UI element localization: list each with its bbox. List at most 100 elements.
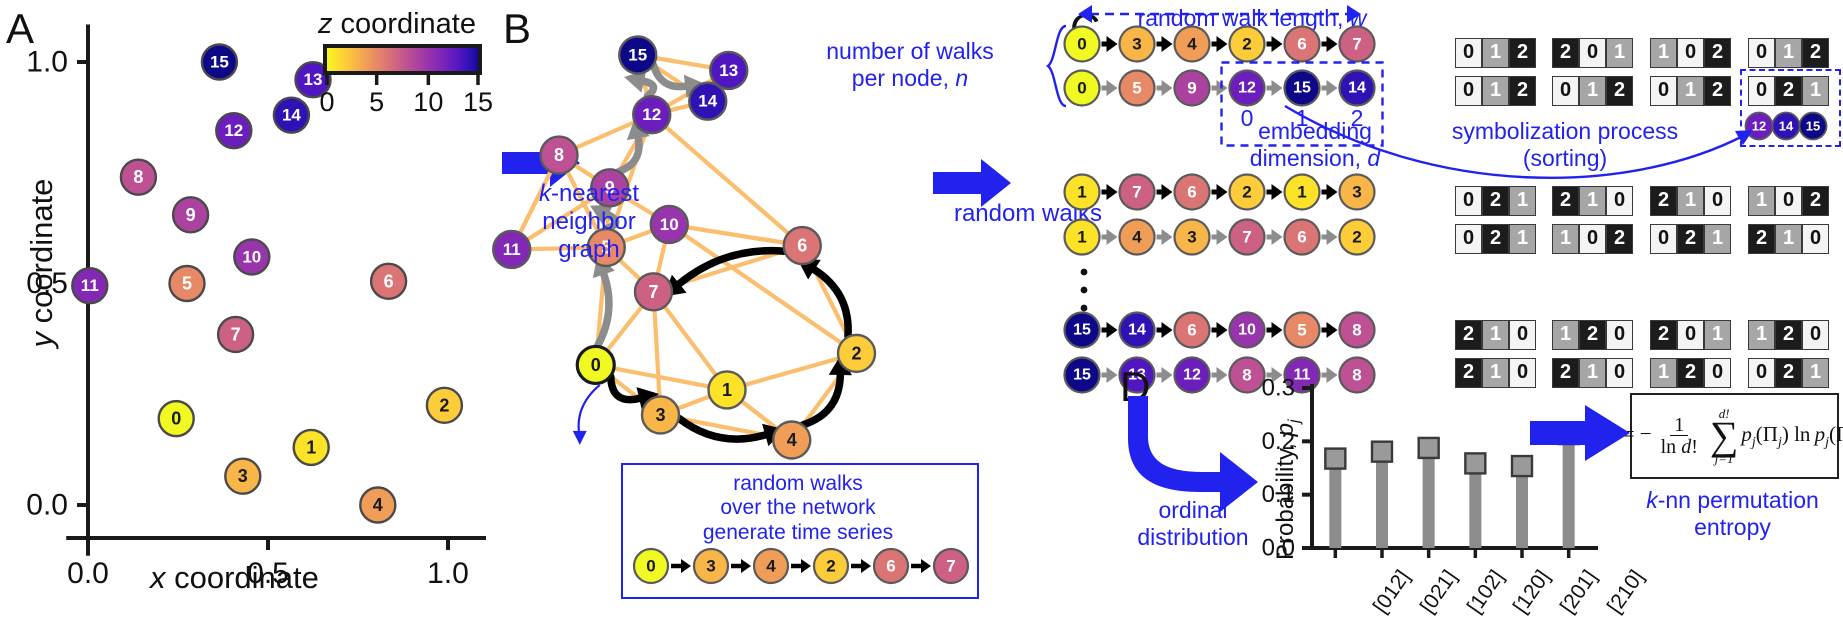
walk-node: 10 (1228, 311, 1266, 349)
symbol-cell: 1 (1552, 320, 1579, 350)
symbol-triplet: 102 (1650, 38, 1731, 68)
symbol-cell: 1 (1704, 224, 1731, 254)
bar-item (1324, 447, 1347, 558)
symbol-triplet: 102 (1552, 224, 1633, 254)
symbol-cell: 0 (1455, 224, 1482, 254)
sequence-node: 3 (692, 547, 730, 585)
random-walk-callout-text: random walks over the network generate t… (621, 472, 975, 545)
svg-text:4: 4 (1132, 228, 1142, 247)
figure-root: A 0.0 0.5 1.0 0.0 0.5 1.0 0 1 2 3 4 5 6 7 8 9 10 11 12 13 14… (0, 0, 1843, 617)
svg-text:12: 12 (1183, 367, 1201, 384)
highlight-node: 12 (1744, 111, 1774, 141)
svg-text:8: 8 (1352, 321, 1361, 340)
panel-a-ylabel-italic: y (24, 331, 59, 348)
svg-text:7: 7 (231, 324, 241, 344)
callout-pointer (572, 384, 601, 445)
callout-line2: over the network (720, 496, 876, 520)
sequence-node: 7 (932, 547, 970, 585)
panel-a-xlabel: x coordinate (150, 560, 319, 596)
entropy-caption-rest: -nn permutation (1657, 487, 1819, 513)
symbol-cell: 1 (1579, 76, 1606, 106)
graph-node: 6 (782, 225, 822, 266)
walk-node: 15 (1283, 69, 1321, 107)
panel-a-ylabel: y coordinate (24, 163, 60, 363)
ordinal-line2: distribution (1137, 523, 1249, 550)
svg-text:5: 5 (1297, 321, 1306, 340)
svg-text:7: 7 (648, 282, 658, 302)
colorbar-tick: 10 (413, 87, 443, 117)
symbol-cell: 2 (1482, 224, 1509, 254)
walk-node: 0 (1063, 69, 1101, 107)
walk-arrow (1101, 322, 1118, 338)
symbol-cell: 0 (1748, 38, 1775, 68)
walk-node: 0 (1063, 25, 1101, 63)
svg-text:0: 0 (591, 355, 601, 375)
svg-text:2: 2 (851, 343, 861, 363)
symbol-triplet: 012 (1650, 76, 1731, 106)
scatter-point: 14 (272, 96, 311, 134)
symbol-cell: 2 (1482, 186, 1509, 216)
symbol-cell: 0 (1775, 186, 1802, 216)
symbol-triplet: 021 (1748, 358, 1829, 388)
symbol-cell: 1 (1748, 186, 1775, 216)
svg-text:10: 10 (1238, 322, 1256, 339)
walk-arrow (1211, 80, 1228, 96)
bar-item (1510, 454, 1534, 558)
symbol-cell: 1 (1650, 38, 1677, 68)
symbol-cell: 0 (1802, 320, 1829, 350)
num-walks-line2: per node, (851, 64, 956, 91)
svg-text:12: 12 (642, 105, 661, 124)
symbol-cell: 1 (1802, 358, 1829, 388)
graph-node: 15 (618, 35, 658, 75)
svg-text:4: 4 (766, 557, 776, 576)
symbol-triplet: 012 (1552, 76, 1633, 106)
symbol-cell: 1 (1482, 76, 1509, 106)
symbol-cell: 2 (1748, 224, 1775, 254)
symbol-triplet: 201 (1552, 38, 1633, 68)
svg-text:3: 3 (1352, 183, 1361, 202)
svg-text:3: 3 (1132, 35, 1141, 54)
walk-arrow (1101, 229, 1118, 245)
walk-node: 2 (1338, 218, 1376, 256)
symbol-cell: 2 (1552, 38, 1579, 68)
highlighted-node-chips: 12 14 15 (1744, 111, 1828, 141)
scatter-point: 2 (425, 386, 464, 425)
highlight-node: 14 (1771, 111, 1801, 141)
symbol-cell: 2 (1704, 76, 1731, 106)
walk-node: 8 (1338, 311, 1376, 349)
walk-node: 1 (1063, 173, 1101, 211)
walk-arrow (1321, 322, 1338, 338)
graph-node: 7 (633, 272, 674, 312)
walk-node: 6 (1173, 173, 1211, 211)
symbol-cell: 0 (1606, 320, 1633, 350)
knn-caption-rest: -nearest neighbor (542, 180, 640, 235)
walk-node: 14 (1118, 311, 1156, 349)
eq-sigma: ∑ (1709, 413, 1739, 459)
walk-row: 1 7 6 2 1 3 (1063, 173, 1376, 211)
sequence-arrow (851, 559, 871, 573)
eq-den-ln: ln (1660, 436, 1682, 458)
walk-node: 14 (1338, 69, 1376, 107)
walk-arrow (1156, 367, 1173, 383)
colorbar-tick: 0 (319, 87, 334, 117)
symbol-cell: 0 (1748, 358, 1775, 388)
walk-arrow (1156, 80, 1173, 96)
walk-row: 15 14 6 10 5 8 (1063, 311, 1376, 349)
sequence-arrow (791, 559, 811, 573)
walk-node: 15 (1063, 311, 1101, 349)
symbol-cell: 0 (1455, 76, 1482, 106)
symbol-cell: 1 (1509, 186, 1536, 216)
walk-arrow (1266, 184, 1283, 200)
svg-text:6: 6 (1297, 35, 1306, 54)
svg-text:3: 3 (1187, 228, 1196, 247)
svg-text:0: 0 (646, 557, 655, 576)
svg-text:15: 15 (628, 46, 647, 65)
embedding-index-label: 0 (1241, 105, 1254, 131)
colorbar (323, 44, 482, 75)
scatter-point: 1 (292, 428, 330, 467)
symbol-triplet: 210 (1455, 320, 1536, 350)
svg-text:5: 5 (1132, 79, 1141, 98)
ordinal-distribution-arrow (1128, 396, 1258, 512)
svg-text:2: 2 (1352, 228, 1361, 247)
knn-graph-caption: k-nearest neighbor graph (494, 180, 684, 263)
